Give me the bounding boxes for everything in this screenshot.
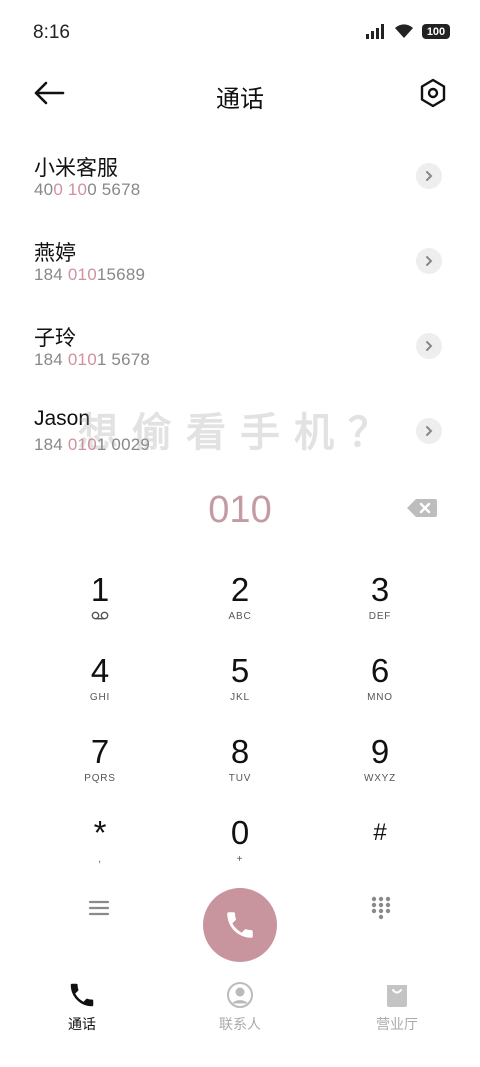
nav-item-calls[interactable]: 通话 bbox=[32, 980, 132, 1034]
key-digit: 6 bbox=[370, 652, 390, 689]
voicemail-icon bbox=[30, 611, 170, 623]
key-letters: ABC bbox=[228, 611, 252, 622]
contact-name: 子玲 bbox=[34, 327, 76, 350]
key-digit: 1 bbox=[90, 571, 110, 608]
contact-name: Jason bbox=[34, 407, 91, 430]
list-item[interactable]: 子玲 184 0101 5678 bbox=[0, 302, 480, 387]
dialpad-toggle-button[interactable] bbox=[370, 895, 392, 921]
key-digit: 9 bbox=[370, 733, 390, 770]
key-hash[interactable]: # bbox=[310, 813, 450, 883]
key-digit: * bbox=[93, 814, 107, 851]
status-time: 8:16 bbox=[33, 22, 70, 43]
contact-person-icon bbox=[227, 982, 253, 1008]
key-digit: 7 bbox=[90, 733, 110, 770]
contact-number: 184 01015689 bbox=[34, 265, 146, 284]
key-0[interactable]: 0 + bbox=[170, 813, 310, 883]
list-item[interactable]: 小米客服 400 100 5678 bbox=[0, 132, 480, 217]
key-letters: TUV bbox=[228, 773, 252, 784]
nav-label-calls: 通话 bbox=[68, 1016, 96, 1032]
contact-name: 燕婷 bbox=[34, 242, 76, 265]
key-1[interactable]: 1 bbox=[30, 570, 170, 640]
key-2[interactable]: 2 ABC bbox=[170, 570, 310, 640]
nav-label-contacts: 联系人 bbox=[219, 1016, 261, 1032]
key-9[interactable]: 9 WXYZ bbox=[310, 732, 450, 802]
page-title: 通话 bbox=[216, 86, 264, 113]
search-results-list: 小米客服 400 100 5678 燕婷 184 01015689 子玲 184… bbox=[0, 132, 480, 472]
key-digit: 5 bbox=[230, 652, 250, 689]
key-letters: , bbox=[98, 854, 102, 865]
key-digit: 0 bbox=[230, 814, 250, 851]
chevron-right-icon bbox=[426, 426, 433, 436]
dialpad-icon bbox=[371, 896, 391, 920]
key-3[interactable]: 3 DEF bbox=[310, 570, 450, 640]
detail-button[interactable] bbox=[416, 163, 442, 189]
backspace-icon bbox=[407, 499, 437, 517]
key-digit: 2 bbox=[230, 571, 250, 608]
key-letters: WXYZ bbox=[363, 773, 397, 784]
hamburger-menu-icon bbox=[88, 900, 110, 916]
contact-number: 184 0101 5678 bbox=[34, 350, 151, 369]
header: 通话 bbox=[0, 66, 480, 122]
status-bar: 8:16 100 bbox=[0, 0, 480, 66]
action-row bbox=[0, 885, 480, 965]
contact-number: 184 0101 0029 bbox=[34, 435, 151, 454]
key-letters: MNO bbox=[367, 692, 393, 703]
chevron-right-icon bbox=[426, 171, 433, 181]
contact-number: 400 100 5678 bbox=[34, 180, 141, 199]
nav-item-business[interactable]: 营业厅 bbox=[347, 980, 447, 1034]
key-5[interactable]: 5 JKL bbox=[170, 651, 310, 721]
key-digit: 8 bbox=[230, 733, 250, 770]
key-8[interactable]: 8 TUV bbox=[170, 732, 310, 802]
detail-button[interactable] bbox=[416, 248, 442, 274]
wifi-icon bbox=[395, 24, 413, 38]
key-digit: # bbox=[373, 819, 387, 846]
key-7[interactable]: 7 PQRS bbox=[30, 732, 170, 802]
call-button[interactable] bbox=[203, 888, 277, 962]
nav-label-business: 营业厅 bbox=[376, 1016, 418, 1032]
nav-item-contacts[interactable]: 联系人 bbox=[190, 980, 290, 1034]
phone-icon bbox=[227, 912, 253, 938]
key-letters: JKL bbox=[230, 692, 250, 703]
key-4[interactable]: 4 GHI bbox=[30, 651, 170, 721]
dial-display: 010 bbox=[0, 485, 480, 535]
chevron-right-icon bbox=[426, 341, 433, 351]
key-letters: GHI bbox=[89, 692, 111, 703]
chevron-right-icon bbox=[426, 256, 433, 266]
backspace-button[interactable] bbox=[407, 498, 437, 518]
list-item[interactable]: 燕婷 184 01015689 bbox=[0, 217, 480, 302]
key-digit: 3 bbox=[370, 571, 390, 608]
detail-button[interactable] bbox=[416, 418, 442, 444]
hexagon-settings-icon bbox=[420, 78, 446, 108]
battery-icon: 100 bbox=[422, 24, 450, 39]
detail-button[interactable] bbox=[416, 333, 442, 359]
contact-name: 小米客服 bbox=[34, 157, 118, 180]
key-letters: DEF bbox=[368, 611, 392, 622]
menu-button[interactable] bbox=[88, 898, 110, 918]
settings-button[interactable] bbox=[419, 78, 447, 108]
signal-icon bbox=[366, 24, 384, 39]
status-icons: 100 bbox=[366, 24, 450, 39]
phone-icon bbox=[70, 983, 94, 1007]
key-letters: + bbox=[236, 854, 244, 865]
key-star[interactable]: * , bbox=[30, 813, 170, 883]
list-item[interactable]: Jason 184 0101 0029 bbox=[0, 387, 480, 472]
key-letters: PQRS bbox=[84, 773, 116, 784]
bottom-nav: 通话 联系人 营业厅 bbox=[0, 980, 480, 1050]
key-digit: 4 bbox=[90, 652, 110, 689]
shopping-bag-icon bbox=[387, 985, 407, 1007]
key-6[interactable]: 6 MNO bbox=[310, 651, 450, 721]
